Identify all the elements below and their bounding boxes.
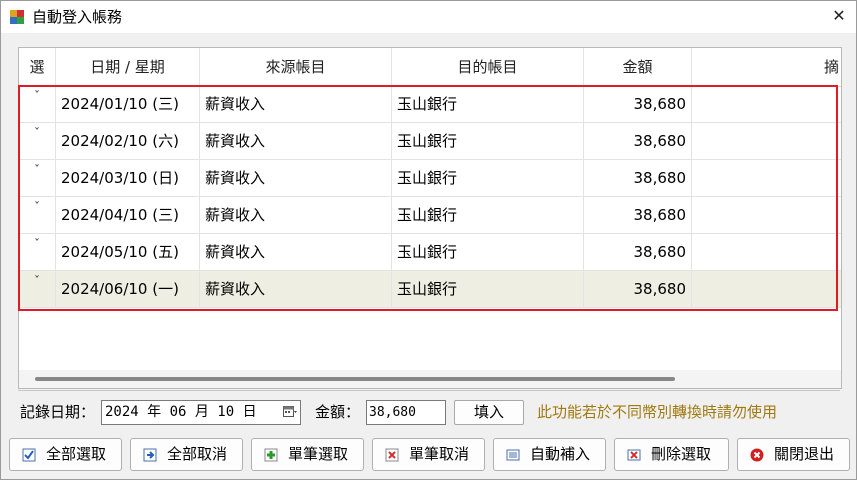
select-all-button[interactable]: 全部選取 (9, 438, 122, 471)
app-icon (10, 10, 24, 24)
row-source-account[interactable]: 薪資收入 (200, 197, 392, 233)
select-one-label: 單筆選取 (288, 445, 349, 463)
deselect-all-icon (143, 448, 157, 462)
table-row[interactable]: ˇ 2024/02/10 (六) 薪資收入 玉山銀行 38,680 (19, 123, 841, 160)
row-select-mark[interactable]: ˇ (19, 160, 56, 196)
amount-input[interactable]: 38,680 (366, 400, 446, 425)
row-memo[interactable] (692, 197, 841, 233)
date-label: 記錄日期： (20, 403, 96, 421)
row-target-account[interactable]: 玉山銀行 (392, 197, 584, 233)
row-select-mark[interactable]: ˇ (19, 123, 56, 159)
table-row[interactable]: ˇ 2024/01/10 (三) 薪資收入 玉山銀行 38,680 (19, 86, 841, 123)
deselect-one-icon (385, 448, 399, 462)
row-memo[interactable] (692, 234, 841, 270)
scrollbar-thumb[interactable] (35, 377, 675, 381)
row-date[interactable]: 2024/03/10 (日) (56, 160, 200, 196)
deselect-one-button[interactable]: 單筆取消 (372, 438, 485, 471)
table-row[interactable]: ˇ 2024/03/10 (日) 薪資收入 玉山銀行 38,680 (19, 160, 841, 197)
grid-header: 選 日期 / 星期 來源帳目 目的帳目 金額 摘 (19, 48, 841, 87)
record-date-value: 2024 年 06 月 10 日 (105, 404, 257, 420)
close-icon[interactable]: ✕ (828, 5, 850, 27)
row-select-mark[interactable]: ˇ (19, 86, 56, 122)
column-header-memo[interactable]: 摘 (692, 48, 841, 86)
close-exit-label: 關閉退出 (774, 445, 835, 463)
table-row[interactable]: ˇ 2024/05/10 (五) 薪資收入 玉山銀行 38,680 (19, 234, 841, 271)
row-date[interactable]: 2024/04/10 (三) (56, 197, 200, 233)
deselect-all-button[interactable]: 全部取消 (130, 438, 243, 471)
window-title: 自動登入帳務 (32, 8, 123, 26)
amount-label: 金額： (315, 403, 361, 421)
row-amount[interactable]: 38,680 (584, 86, 692, 122)
row-target-account[interactable]: 玉山銀行 (392, 86, 584, 122)
row-source-account[interactable]: 薪資收入 (200, 234, 392, 270)
record-date-picker[interactable]: 2024 年 06 月 10 日 (101, 400, 301, 425)
delete-selected-label: 刪除選取 (651, 445, 712, 463)
row-target-account[interactable]: 玉山銀行 (392, 160, 584, 196)
close-exit-button[interactable]: 關閉退出 (737, 438, 850, 471)
divider (18, 390, 840, 391)
row-target-account[interactable]: 玉山銀行 (392, 234, 584, 270)
select-one-button[interactable]: 單筆選取 (251, 438, 364, 471)
select-all-icon (22, 448, 36, 462)
fill-button[interactable]: 填入 (454, 400, 524, 425)
auto-fill-button[interactable]: 自動補入 (493, 438, 606, 471)
table-row[interactable]: ˇ 2024/04/10 (三) 薪資收入 玉山銀行 38,680 (19, 197, 841, 234)
table-row[interactable]: ˇ 2024/06/10 (一) 薪資收入 玉山銀行 38,680 (19, 271, 841, 308)
calendar-dropdown-icon[interactable] (283, 405, 297, 419)
row-memo[interactable] (692, 160, 841, 196)
row-memo[interactable] (692, 123, 841, 159)
row-source-account[interactable]: 薪資收入 (200, 86, 392, 122)
deselect-one-label: 單筆取消 (409, 445, 470, 463)
dialog-window: 自動登入帳務 ✕ 選 日期 / 星期 來源帳目 目的帳目 金額 摘 ˇ 2024/… (0, 0, 857, 480)
row-target-account[interactable]: 玉山銀行 (392, 271, 584, 307)
title-bar: 自動登入帳務 ✕ (1, 1, 856, 33)
row-amount[interactable]: 38,680 (584, 160, 692, 196)
column-header-source[interactable]: 來源帳目 (200, 48, 392, 86)
select-one-icon (264, 448, 278, 462)
delete-selected-button[interactable]: 刪除選取 (614, 438, 729, 471)
row-date[interactable]: 2024/06/10 (一) (56, 271, 200, 307)
row-amount[interactable]: 38,680 (584, 123, 692, 159)
currency-warning: 此功能若於不同幣別轉換時請勿使用 (537, 403, 778, 421)
horizontal-scrollbar[interactable] (19, 370, 841, 388)
deselect-all-label: 全部取消 (167, 445, 228, 463)
auto-fill-label: 自動補入 (530, 445, 591, 463)
select-all-label: 全部選取 (46, 445, 107, 463)
row-select-mark[interactable]: ˇ (19, 197, 56, 233)
row-amount[interactable]: 38,680 (584, 197, 692, 233)
row-source-account[interactable]: 薪資收入 (200, 271, 392, 307)
exit-icon (750, 448, 764, 462)
delete-icon (627, 449, 641, 461)
row-amount[interactable]: 38,680 (584, 271, 692, 307)
column-header-amount[interactable]: 金額 (584, 48, 692, 86)
row-select-mark[interactable]: ˇ (19, 271, 56, 307)
row-memo[interactable] (692, 271, 841, 307)
column-header-target[interactable]: 目的帳目 (392, 48, 584, 86)
column-header-date[interactable]: 日期 / 星期 (56, 48, 200, 86)
row-date[interactable]: 2024/02/10 (六) (56, 123, 200, 159)
row-memo[interactable] (692, 86, 841, 122)
row-date[interactable]: 2024/05/10 (五) (56, 234, 200, 270)
auto-fill-icon (506, 449, 520, 461)
entries-grid[interactable]: 選 日期 / 星期 來源帳目 目的帳目 金額 摘 ˇ 2024/01/10 (三)… (18, 47, 842, 389)
row-select-mark[interactable]: ˇ (19, 234, 56, 270)
row-target-account[interactable]: 玉山銀行 (392, 123, 584, 159)
row-date[interactable]: 2024/01/10 (三) (56, 86, 200, 122)
column-header-select[interactable]: 選 (19, 48, 56, 86)
row-source-account[interactable]: 薪資收入 (200, 123, 392, 159)
row-source-account[interactable]: 薪資收入 (200, 160, 392, 196)
row-amount[interactable]: 38,680 (584, 234, 692, 270)
